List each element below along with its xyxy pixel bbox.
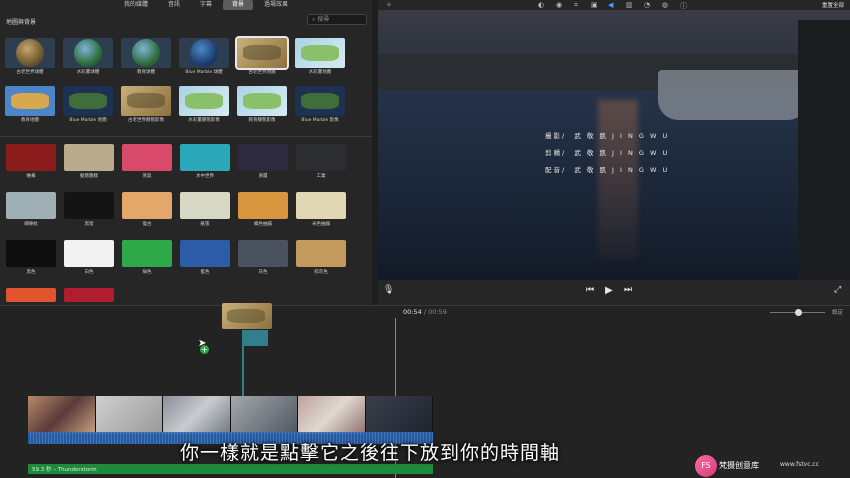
timecode: 00:54 / 00:59	[403, 308, 447, 316]
background-tile[interactable]	[6, 144, 56, 171]
background-tile[interactable]	[122, 240, 172, 267]
color-correction-icon[interactable]: ◉	[556, 1, 562, 9]
background-tile[interactable]	[238, 192, 288, 219]
filter-icon[interactable]: ◍	[662, 1, 668, 9]
volume-icon[interactable]: ◀	[608, 1, 613, 9]
search-icon: ⌕	[312, 16, 316, 23]
background-tile[interactable]	[180, 240, 230, 267]
map-tile[interactable]	[121, 86, 171, 116]
play-button[interactable]: ▶	[605, 285, 613, 296]
map-tile[interactable]	[295, 38, 345, 68]
background-tile[interactable]	[64, 288, 114, 302]
search-placeholder: 搜尋	[317, 16, 330, 23]
viewer-toolbar: ✧ ◐ ◉ ⌗ ▣ ◀ ▥ ◔ ◍ ⓘ 重置全部	[378, 0, 850, 10]
viewer-boat	[658, 70, 808, 120]
credit-row: 配音/ 武 敬 凱 J I N G W U	[545, 166, 670, 174]
map-tile[interactable]	[5, 86, 55, 116]
credits-overlay: 攝影/ 武 敬 凱 J I N G W U 剪輯/ 武 敬 凱 J I N G …	[545, 128, 669, 179]
reset-all-button[interactable]: 重置全部	[822, 1, 844, 9]
video-clip[interactable]	[365, 396, 433, 434]
background-tile[interactable]	[64, 144, 114, 171]
current-time: 00:54	[403, 308, 422, 316]
map-tile[interactable]	[5, 38, 55, 68]
background-tile-label: 工業	[316, 174, 326, 179]
zoom-slider-knob[interactable]	[795, 309, 802, 316]
map-tile[interactable]	[295, 86, 345, 116]
video-clip[interactable]	[28, 396, 96, 434]
video-clip-track[interactable]	[28, 396, 433, 434]
map-tile-label: 水彩畫地圖	[308, 70, 332, 75]
background-tile[interactable]	[6, 240, 56, 267]
background-tile[interactable]	[238, 240, 288, 267]
tab-titles[interactable]: 字幕	[191, 0, 221, 10]
drag-drop-line	[242, 346, 244, 396]
tab-audio[interactable]: 音訊	[159, 0, 189, 10]
noise-reduction-icon[interactable]: ▥	[626, 1, 633, 9]
skip-forward-icon[interactable]: ⏭︎	[624, 285, 632, 295]
imovie-window: 我的媒體 音訊 字幕 背景 過場效果 地圖與背景 ⌕ 搜尋 古老世界球體 水彩畫球…	[0, 0, 850, 478]
background-tile[interactable]	[296, 144, 346, 171]
background-tile[interactable]	[122, 192, 172, 219]
tab-transitions[interactable]: 過場效果	[255, 0, 297, 10]
background-tile[interactable]	[296, 192, 346, 219]
background-tile[interactable]	[64, 192, 114, 219]
map-tile[interactable]	[121, 38, 171, 68]
map-tile[interactable]	[179, 86, 229, 116]
microphone-icon[interactable]: 🎙︎	[383, 285, 394, 295]
add-plus-icon: +	[200, 345, 209, 354]
background-tile[interactable]	[296, 240, 346, 267]
background-tile[interactable]	[64, 240, 114, 267]
search-input[interactable]: ⌕ 搜尋	[307, 14, 367, 25]
watermark-logo: FS	[695, 455, 717, 477]
map-tile[interactable]	[179, 38, 229, 68]
background-tile-label: 棕灰色	[314, 270, 328, 275]
video-clip[interactable]	[230, 396, 298, 434]
background-tile[interactable]	[122, 144, 172, 171]
background-tile-label: 米色抽鑰	[312, 222, 330, 227]
media-browser: 我的媒體 音訊 字幕 背景 過場效果 地圖與背景 ⌕ 搜尋 古老世界球體 水彩畫球…	[0, 0, 372, 305]
viewer-pier	[798, 20, 850, 280]
map-tile[interactable]	[63, 38, 113, 68]
music-track-label: 59.3 秒 – Thunderstorm	[32, 467, 97, 473]
video-subtitle: 你一樣就是點擊它之後往下放到你的時間軸	[180, 442, 561, 464]
background-tile[interactable]	[180, 144, 230, 171]
background-tile[interactable]	[238, 144, 288, 171]
magic-wand-icon[interactable]: ✧	[386, 1, 392, 9]
timeline-settings-button[interactable]: 設定	[832, 308, 843, 316]
credit-row: 攝影/ 武 敬 凱 J I N G W U	[545, 132, 670, 140]
tab-backgrounds[interactable]: 背景	[223, 0, 254, 10]
stabilization-icon[interactable]: ▣	[591, 1, 598, 9]
total-time: 00:59	[428, 308, 447, 316]
video-clip[interactable]	[95, 396, 163, 434]
background-tile[interactable]	[180, 192, 230, 219]
speed-icon[interactable]: ◔	[644, 1, 650, 9]
viewer-reflection	[598, 100, 638, 260]
skip-back-icon[interactable]: ⏮︎	[586, 285, 594, 295]
watermark-url: www.fstvc.cc	[780, 461, 820, 468]
tab-my-media[interactable]: 我的媒體	[115, 0, 157, 10]
time-separator: /	[423, 308, 427, 316]
fullscreen-icon[interactable]: ⤢	[834, 285, 841, 295]
playback-controls: 🎙︎ ⏮︎ ▶ ⏭︎ ⤢	[378, 280, 850, 305]
section-title: 地圖與背景	[6, 19, 37, 26]
credit-row: 剪輯/ 武 敬 凱 J I N G W U	[545, 149, 670, 157]
crop-icon[interactable]: ⌗	[574, 1, 578, 10]
drag-drop-indicator	[242, 330, 268, 346]
background-tile[interactable]	[6, 192, 56, 219]
video-clip[interactable]	[163, 396, 231, 434]
map-tile[interactable]	[63, 86, 113, 116]
watermark-name: 梵摄创意库	[719, 461, 759, 470]
browser-tabs: 我的媒體 音訊 字幕 背景 過場效果	[0, 0, 372, 11]
background-tile[interactable]	[6, 288, 56, 302]
map-tile[interactable]	[237, 86, 287, 116]
dragged-map-clip[interactable]	[222, 303, 272, 329]
video-clip[interactable]	[298, 396, 366, 434]
map-tile-label: Blue Marble 影像	[301, 118, 339, 123]
map-tile[interactable]	[235, 36, 289, 70]
color-balance-icon[interactable]: ◐	[538, 1, 544, 9]
section-divider	[0, 136, 372, 137]
viewer: 攝影/ 武 敬 凱 J I N G W U 剪輯/ 武 敬 凱 J I N G …	[378, 10, 850, 280]
